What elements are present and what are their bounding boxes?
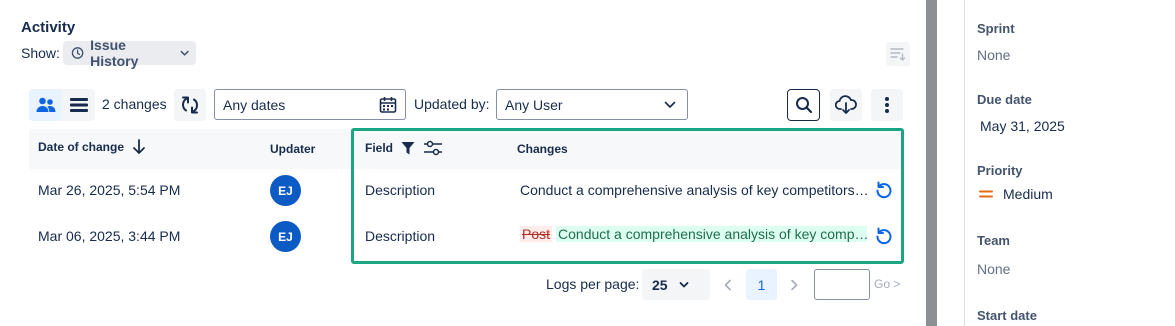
filter-funnel-icon[interactable]	[401, 141, 415, 155]
list-lines-icon	[69, 98, 88, 112]
start-date-label: Start date	[977, 308, 1037, 323]
previous-page-button[interactable]	[720, 275, 736, 295]
export-button[interactable]	[830, 89, 862, 121]
row-date: Mar 26, 2025, 5:54 PM	[38, 182, 181, 198]
next-page-button[interactable]	[786, 275, 802, 295]
more-actions-button[interactable]	[871, 89, 903, 121]
column-date-label: Date of change	[38, 140, 125, 154]
people-icon	[36, 97, 55, 112]
column-date-header[interactable]: Date of change	[38, 139, 146, 155]
column-updater-header: Updater	[270, 142, 315, 156]
revert-button[interactable]	[874, 226, 894, 246]
go-button[interactable]: Go >	[874, 277, 900, 291]
table-row: Mar 06, 2025, 3:44 PM EJ Description Pos…	[29, 214, 904, 260]
people-view-button[interactable]	[29, 89, 62, 121]
row-field: Description	[365, 228, 436, 244]
chevron-down-icon	[180, 50, 189, 56]
dates-filter-value: Any dates	[223, 96, 286, 113]
table-row: Mar 26, 2025, 5:54 PM EJ Description Con…	[29, 168, 904, 214]
old-value: Post	[520, 226, 553, 242]
dates-filter-field[interactable]: Any dates	[214, 89, 406, 120]
details-sidebar	[937, 0, 1175, 326]
per-page-select[interactable]: 25	[642, 269, 710, 300]
more-vertical-icon	[885, 97, 889, 113]
chevron-left-icon	[724, 279, 731, 291]
panel-divider[interactable]	[926, 0, 937, 326]
column-updater-label: Updater	[270, 142, 316, 156]
sidebar-border	[964, 0, 965, 326]
team-value[interactable]: None	[977, 261, 1010, 277]
new-value: Conduct a comprehensive analysis of key …	[556, 226, 867, 242]
cloud-download-icon	[835, 95, 857, 114]
priority-value-text: Medium	[1003, 186, 1053, 202]
activity-title: Activity	[21, 19, 76, 36]
revert-button[interactable]	[874, 180, 894, 200]
column-field-label: Field	[365, 141, 394, 155]
chevron-right-icon	[791, 279, 798, 291]
updated-by-select[interactable]: Any User	[496, 89, 688, 120]
refresh-button[interactable]	[174, 89, 206, 121]
show-label: Show:	[21, 45, 60, 61]
row-field: Description	[365, 182, 436, 198]
filter-sliders-icon[interactable]	[423, 140, 443, 156]
column-field-header: Field	[365, 140, 443, 156]
sort-options-button[interactable]	[886, 42, 910, 66]
show-select-value: Issue History	[90, 37, 139, 69]
refresh-icon	[181, 96, 199, 114]
updated-by-label: Updated by:	[414, 96, 490, 112]
team-label: Team	[977, 233, 1010, 248]
show-select[interactable]: Issue History	[63, 37, 196, 69]
logs-per-page-label: Logs per page:	[546, 276, 640, 292]
avatar[interactable]: EJ	[270, 221, 301, 252]
history-clock-icon	[71, 47, 84, 59]
activity-toolbar: 2 changes Any dates Updated by: Any User	[29, 89, 904, 121]
go-to-page-input[interactable]	[814, 269, 870, 300]
per-page-value: 25	[652, 276, 668, 293]
view-toggle	[29, 89, 95, 121]
row-date: Mar 06, 2025, 3:44 PM	[38, 228, 181, 244]
sprint-label: Sprint	[977, 21, 1015, 36]
search-button[interactable]	[787, 89, 820, 121]
activity-panel: Activity Show: Issue History 2 changes A…	[0, 0, 926, 326]
column-changes-label: Changes	[517, 142, 568, 156]
column-changes-header: Changes	[517, 142, 568, 156]
due-date-value[interactable]: May 31, 2025	[980, 118, 1065, 134]
avatar[interactable]: EJ	[270, 175, 301, 206]
calendar-icon	[379, 96, 397, 113]
priority-value[interactable]: Medium	[979, 186, 1053, 202]
chevron-down-icon	[679, 281, 688, 287]
priority-label: Priority	[977, 163, 1023, 178]
page-number-button[interactable]: 1	[746, 269, 777, 300]
arrow-down-icon	[133, 139, 145, 154]
table-header: Date of change Updater Field Changes	[29, 129, 904, 169]
sort-lines-icon	[890, 48, 906, 61]
list-view-button[interactable]	[62, 89, 95, 121]
undo-icon	[876, 227, 892, 245]
priority-medium-icon	[979, 190, 993, 198]
undo-icon	[876, 181, 892, 199]
due-date-label: Due date	[977, 92, 1032, 107]
search-icon	[795, 97, 812, 114]
sprint-value[interactable]: None	[977, 47, 1010, 63]
chevron-down-icon	[664, 101, 676, 108]
updated-by-value: Any User	[505, 96, 563, 113]
row-change-text[interactable]: Conduct a comprehensive analysis of key …	[520, 182, 870, 198]
changes-count: 2 changes	[102, 96, 167, 112]
row-change-diff[interactable]: Post Conduct a comprehensive analysis of …	[520, 226, 867, 242]
